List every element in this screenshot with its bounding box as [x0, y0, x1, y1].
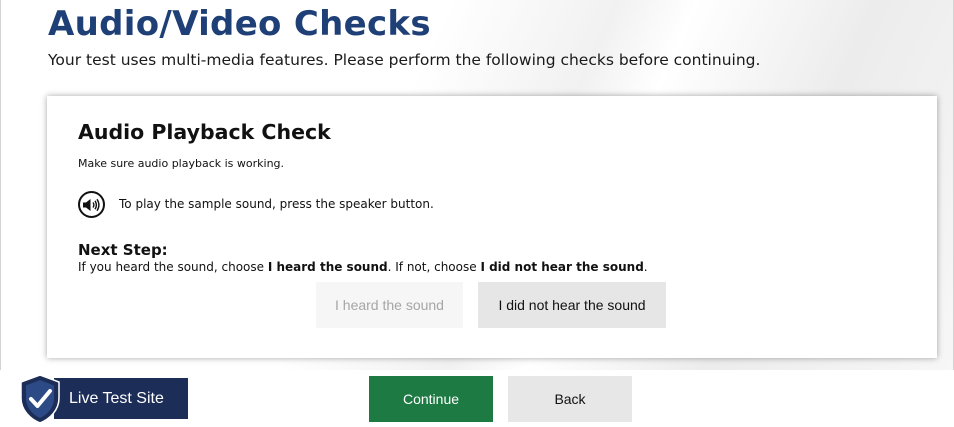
not-heard-sound-button[interactable]: I did not hear the sound [478, 282, 666, 328]
heard-sound-button[interactable]: I heard the sound [316, 282, 463, 328]
speaker-button[interactable] [78, 191, 105, 218]
back-button[interactable]: Back [508, 376, 632, 422]
audio-check-description: Make sure audio playback is working. [78, 157, 285, 170]
page-subtitle: Your test uses multi-media features. Ple… [48, 51, 761, 69]
continue-button[interactable]: Continue [369, 376, 493, 422]
speaker-instruction: To play the sample sound, press the spea… [119, 197, 434, 211]
next-step-suffix: . [643, 260, 648, 274]
next-step-instruction: If you heard the sound, choose I heard t… [78, 260, 648, 274]
live-test-site-badge: Live Test Site [54, 378, 188, 419]
next-step-prefix: If you heard the sound, choose [78, 260, 268, 274]
page-title: Audio/Video Checks [48, 4, 431, 44]
audio-check-title: Audio Playback Check [78, 120, 331, 144]
next-step-heard-option: I heard the sound [267, 260, 388, 274]
audio-check-panel: Audio Playback Check Make sure audio pla… [47, 96, 937, 358]
live-test-site-label: Live Test Site [69, 389, 164, 407]
next-step-not-heard-option: I did not hear the sound [480, 260, 644, 274]
next-step-middle: . If not, choose [387, 260, 481, 274]
next-step-label: Next Step: [78, 241, 168, 259]
speaker-icon [83, 198, 100, 211]
shield-check-icon [20, 374, 60, 424]
